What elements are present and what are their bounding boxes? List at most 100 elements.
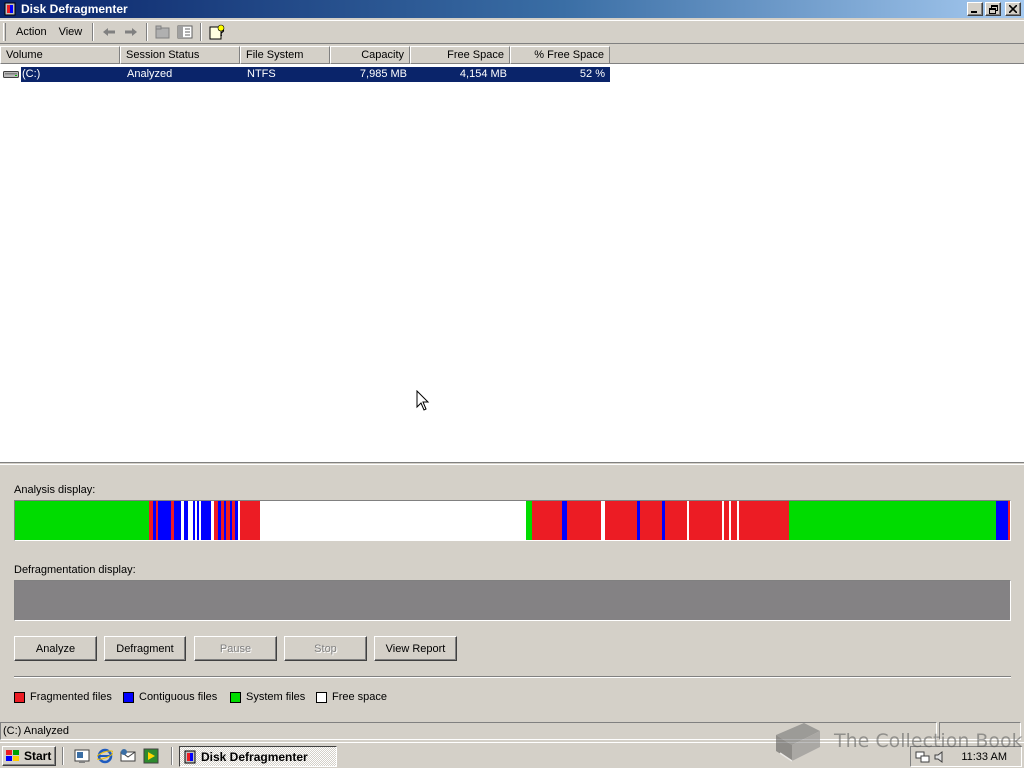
analysis-display-label: Analysis display: xyxy=(14,484,96,496)
column-volume[interactable]: Volume xyxy=(0,46,120,64)
up-folder-icon xyxy=(155,25,170,39)
back-button[interactable] xyxy=(98,22,120,42)
show-desktop-icon[interactable] xyxy=(74,748,90,764)
analysis-segment-contiguous xyxy=(184,501,188,540)
analysis-segment-fragmented xyxy=(221,501,224,540)
close-button[interactable] xyxy=(1005,2,1021,16)
menu-view[interactable]: View xyxy=(53,24,89,40)
legend-system-label: System files xyxy=(246,691,306,703)
help-icon: ? xyxy=(209,24,225,40)
analysis-segment-free xyxy=(601,501,605,540)
column-file-system[interactable]: File System xyxy=(240,46,330,64)
analyze-button[interactable]: Analyze xyxy=(14,636,97,661)
analysis-segment-contiguous xyxy=(158,501,171,540)
toolbar-separator xyxy=(146,23,149,41)
column-free-space[interactable]: Free Space xyxy=(410,46,510,64)
analysis-segment-free xyxy=(195,501,197,540)
analysis-segment-free xyxy=(687,501,689,540)
column-session-status[interactable]: Session Status xyxy=(120,46,240,64)
title-bar[interactable]: Disk Defragmenter xyxy=(0,0,1024,18)
pane-splitter[interactable] xyxy=(0,462,1024,465)
minimize-button[interactable] xyxy=(967,2,983,16)
view-report-button[interactable]: View Report xyxy=(374,636,457,661)
analysis-segment-fragmented xyxy=(731,501,737,540)
analysis-segment-fragmented xyxy=(739,501,789,540)
show-hide-tree-button[interactable] xyxy=(174,22,196,42)
volume-icon[interactable] xyxy=(933,750,947,764)
taskbar-button-disk-defragmenter[interactable]: Disk Defragmenter xyxy=(179,746,337,767)
analysis-segment-contiguous xyxy=(637,501,640,540)
header-filler xyxy=(610,46,1024,64)
column-percent-free[interactable]: % Free Space xyxy=(510,46,610,64)
analysis-segment-free xyxy=(238,501,240,540)
analysis-segment-contiguous xyxy=(153,501,156,540)
analysis-segment-free xyxy=(722,501,724,540)
menu-action[interactable]: Action xyxy=(10,24,53,40)
analysis-segment-contiguous xyxy=(218,501,221,540)
defragmenter-app-icon xyxy=(184,750,196,763)
analysis-segment-fragmented xyxy=(171,501,174,540)
analysis-segment-free xyxy=(181,501,184,540)
up-folder-button[interactable] xyxy=(152,22,174,42)
analysis-segment-contiguous xyxy=(562,501,567,540)
start-label: Start xyxy=(24,749,52,763)
pause-button[interactable]: Pause xyxy=(194,636,277,661)
clock[interactable]: 11:33 AM xyxy=(961,751,1007,763)
analysis-segment-contiguous xyxy=(224,501,226,540)
system-tray: 11:33 AM xyxy=(910,746,1022,767)
analysis-segment-free xyxy=(188,501,193,540)
taskbar-separator xyxy=(171,747,173,765)
analysis-segment-fragmented xyxy=(640,501,662,540)
defragment-button[interactable]: Defragment xyxy=(104,636,186,661)
restore-button[interactable] xyxy=(985,2,1001,16)
hard-drive-icon xyxy=(3,71,19,78)
fragmented-swatch xyxy=(14,691,25,703)
legend-free-label: Free space xyxy=(332,691,388,703)
network-icon[interactable] xyxy=(915,750,931,764)
stop-button[interactable]: Stop xyxy=(284,636,367,661)
table-row[interactable]: (C:) Analyzed NTFS 7,985 MB 4,154 MB 52 … xyxy=(0,66,610,82)
close-icon xyxy=(1009,5,1017,13)
analysis-segment-free xyxy=(737,501,739,540)
start-button[interactable]: Start xyxy=(2,746,56,766)
analysis-segment-fragmented xyxy=(226,501,230,540)
cell-file-system: NTFS xyxy=(247,67,276,80)
analysis-segment-contiguous xyxy=(996,501,1008,540)
analysis-segment-contiguous xyxy=(235,501,238,540)
status-text: (C:) Analyzed xyxy=(0,722,937,740)
analysis-segment-contiguous xyxy=(662,501,665,540)
defragmentation-display-label: Defragmentation display: xyxy=(14,564,136,576)
column-capacity[interactable]: Capacity xyxy=(330,46,410,64)
legend-contiguous: Contiguous files xyxy=(123,691,217,703)
windows-logo-icon xyxy=(6,750,19,761)
help-button[interactable]: ? xyxy=(206,22,228,42)
toolbar-separator xyxy=(200,23,203,41)
cell-volume: (C:) xyxy=(22,67,41,80)
defragmentation-display xyxy=(14,580,1011,621)
analysis-segment-fragmented xyxy=(605,501,637,540)
analysis-segment-system xyxy=(15,501,149,540)
status-panel-empty xyxy=(939,722,1021,740)
analysis-segment-fragmented xyxy=(156,501,158,540)
contiguous-swatch xyxy=(123,691,134,703)
restore-icon xyxy=(988,4,998,14)
analysis-segment-contiguous xyxy=(230,501,232,540)
forward-button[interactable] xyxy=(120,22,142,42)
analysis-segment-system xyxy=(526,501,532,540)
taskbar-separator xyxy=(62,747,64,765)
cell-percent-free: 52 % xyxy=(579,67,605,80)
analysis-segment-free xyxy=(199,501,201,540)
outlook-express-icon[interactable] xyxy=(120,748,136,764)
menu-toolbar: Action View ? xyxy=(0,20,1024,44)
cell-session-status: Analyzed xyxy=(127,67,173,80)
system-swatch xyxy=(230,691,241,703)
legend-free: Free space xyxy=(316,691,387,703)
analysis-segment-contiguous xyxy=(174,501,181,540)
analysis-segment-fragmented xyxy=(1008,501,1010,540)
window-title: Disk Defragmenter xyxy=(21,2,128,16)
analysis-segment-free xyxy=(260,501,526,540)
toolbar-grip[interactable] xyxy=(3,23,6,41)
internet-explorer-icon[interactable] xyxy=(97,748,113,764)
media-player-icon[interactable] xyxy=(143,748,159,764)
forward-arrow-icon xyxy=(125,28,138,36)
